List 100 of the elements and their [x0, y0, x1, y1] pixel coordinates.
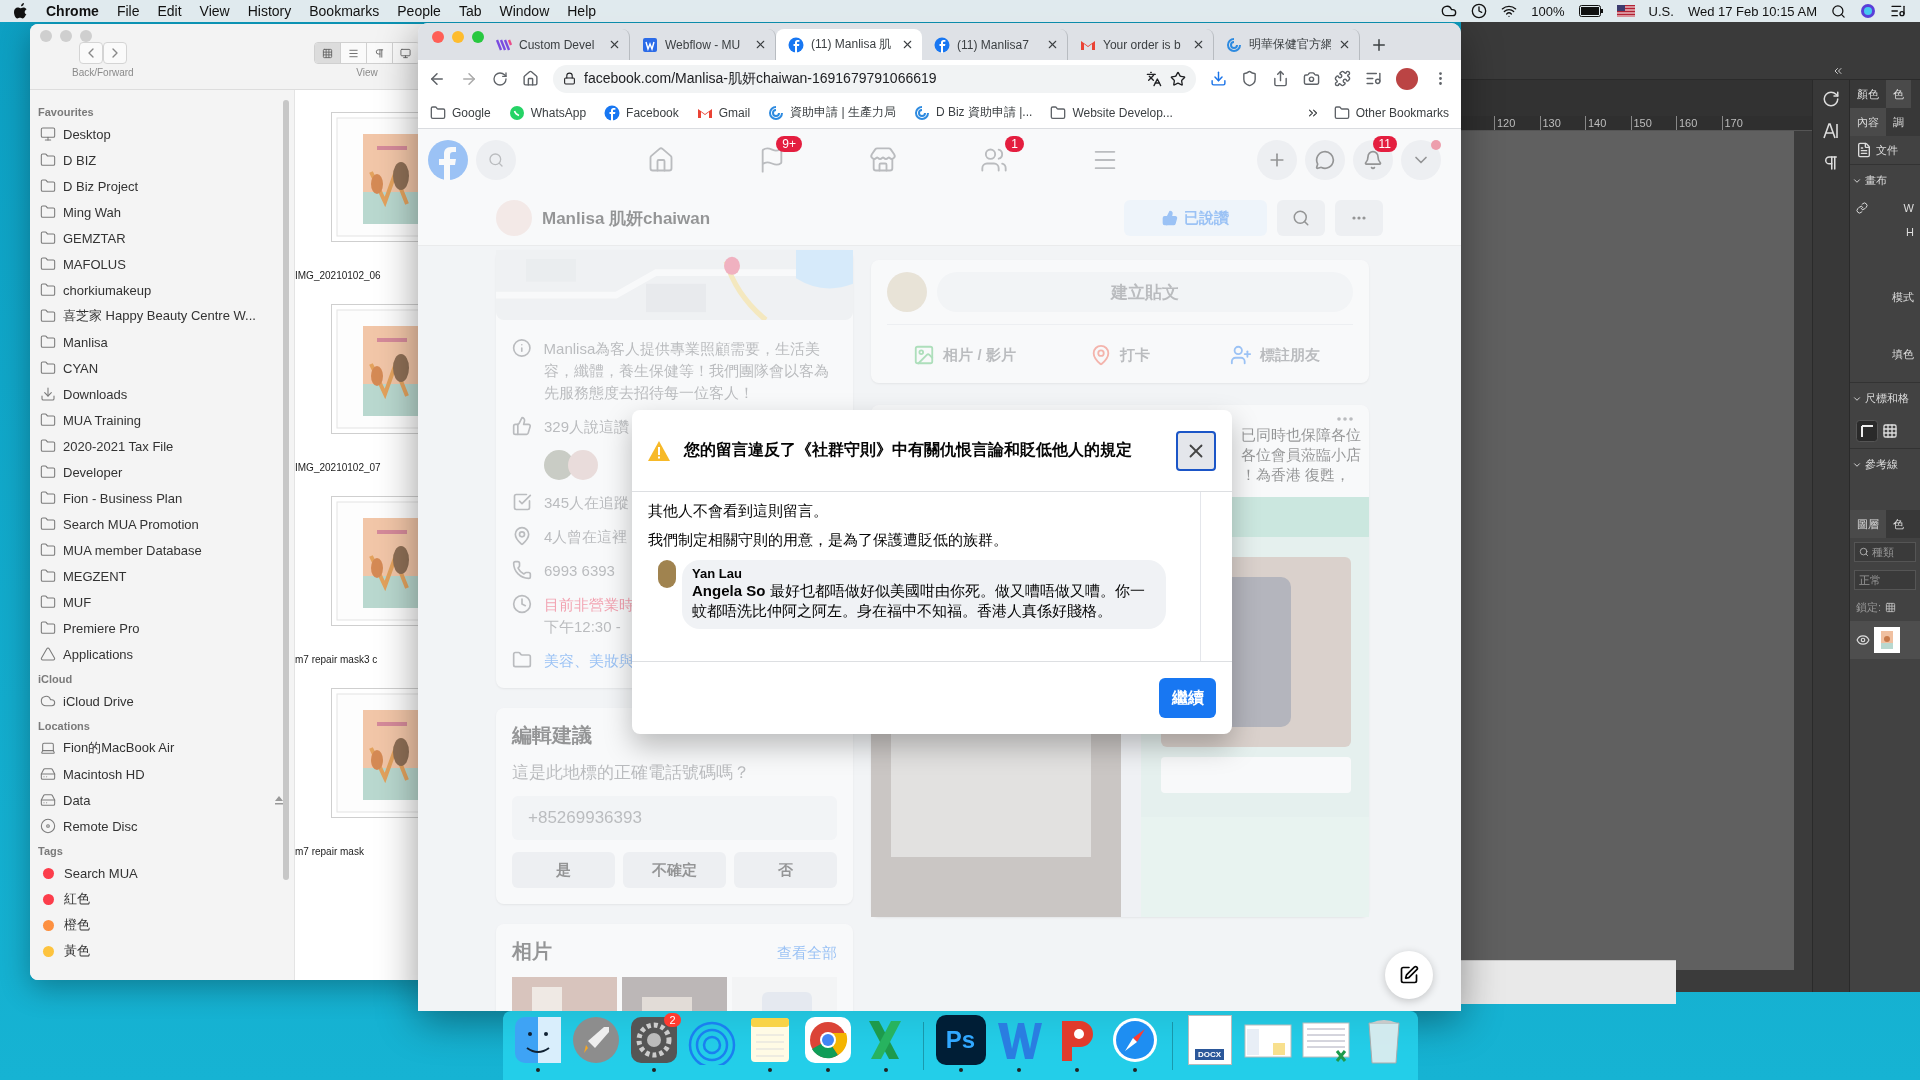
blend-mode-select[interactable]: 正常	[1854, 570, 1916, 590]
sidebar-item[interactable]: D BIZ	[30, 147, 294, 173]
ruler-mark: 160	[1676, 116, 1722, 130]
sidebar-item[interactable]: Fion - Business Plan	[30, 485, 294, 511]
post-text: 已同時也保障各位	[1241, 425, 1362, 445]
bookmark[interactable]: Other Bookmarks	[1333, 104, 1449, 121]
sidebar-item[interactable]: 喜芝家 Happy Beauty Centre W...	[30, 303, 294, 329]
section-title: 畫布	[1865, 173, 1887, 188]
likes-count: 329人說這讚	[544, 417, 630, 437]
menu-item[interactable]: Edit	[157, 3, 182, 19]
menu-item[interactable]: Tab	[458, 3, 482, 19]
ruler-mark: 120	[1494, 116, 1540, 130]
notification-badge: 9+	[776, 136, 802, 152]
app-icon[interactable]: Ps	[935, 1014, 986, 1065]
sidebar-heading: Favourites	[37, 105, 95, 120]
menu-item[interactable]: History	[247, 3, 292, 19]
bookmark[interactable]: Google	[430, 104, 491, 121]
layer-search-field[interactable]: 種類	[1854, 542, 1916, 562]
sidebar-item[interactable]: Search MUA	[30, 860, 294, 886]
sidebar-item[interactable]: Ming Wah	[30, 199, 294, 225]
sidebar-item[interactable]: 2020-2021 Tax File	[30, 433, 294, 459]
lock-label: 鎖定:	[1856, 600, 1882, 615]
notification-badge: 11	[1372, 136, 1397, 152]
sidebar-heading: Locations	[37, 719, 91, 734]
document-icon[interactable]: DOCX	[1187, 1014, 1232, 1065]
panel-tab[interactable]: 調	[1886, 108, 1911, 136]
sidebar-item[interactable]: 黃色	[30, 938, 294, 964]
sidebar-item[interactable]: Downloads	[30, 381, 294, 407]
followers-count: 345人在追蹤	[544, 493, 630, 513]
sidebar-item[interactable]: CYAN	[30, 355, 294, 381]
sidebar-item[interactable]: chorkiumakeup	[30, 277, 294, 303]
menu-item[interactable]: Help	[567, 3, 597, 19]
bookmark[interactable]: WhatsApp	[508, 104, 587, 121]
bookmark[interactable]: 資助申請 | 生產力局	[768, 104, 896, 121]
toolbar-label: Back/Forward	[72, 67, 134, 78]
sidebar-item[interactable]: Developer	[30, 459, 294, 485]
comment-author[interactable]: Yan Lau	[692, 566, 1156, 581]
panel-label: 文件	[1876, 142, 1898, 158]
page-name: Manlisa 肌妍chaiwan	[542, 207, 712, 230]
sidebar-item[interactable]: 橙色	[30, 912, 294, 938]
bookmark[interactable]: Gmail	[696, 104, 751, 121]
field-label: 填色	[1892, 347, 1914, 362]
menu-item[interactable]: Bookmarks	[309, 3, 380, 19]
bookmark[interactable]: Website Develop...	[1050, 104, 1173, 121]
field-label: 模式	[1892, 290, 1914, 305]
sidebar-item[interactable]: MEGZENT	[30, 563, 294, 589]
sidebar-item[interactable]: MUF	[30, 589, 294, 615]
sidebar-item[interactable]: Macintosh HD	[30, 761, 294, 787]
menu-item[interactable]: Window	[499, 3, 550, 19]
sidebar-item[interactable]: Remote Disc	[30, 813, 294, 839]
sidebar-item[interactable]: MUA Training	[30, 407, 294, 433]
dialog-text: 我們制定相關守則的用意，是為了保護遭貶低的族群。	[648, 531, 1009, 550]
panel-tab[interactable]: 色	[1886, 510, 1911, 538]
browser-tab[interactable]: (11) Manlisa 肌	[776, 29, 922, 60]
card-title: 編輯建議	[512, 723, 593, 748]
ruler-mark: 140	[1585, 116, 1631, 130]
panel-tab[interactable]: 內容	[1850, 108, 1886, 136]
sidebar-item[interactable]: Fion的MacBook Air	[30, 735, 294, 761]
continue-button[interactable]: 繼續	[1159, 678, 1216, 718]
sidebar-heading: iCloud	[37, 672, 74, 687]
address-bar[interactable]: facebook.com/Manlisa-肌妍chaiwan-1691679791066619	[553, 64, 1196, 93]
notification-badge: 2	[664, 1012, 681, 1027]
post-text: 各位會員蒞臨小店	[1241, 445, 1362, 465]
bookmark[interactable]: Facebook	[604, 104, 679, 121]
sidebar-item[interactable]: Applications	[30, 641, 294, 667]
dialog-title: 您的留言違反了《社群守則》中有關仇恨言論和貶低他人的規定	[684, 440, 1133, 460]
sidebar-item[interactable]: Data	[30, 787, 294, 813]
panel-tab[interactable]: 顏色	[1850, 80, 1886, 108]
menu-item[interactable]: View	[199, 3, 230, 19]
opening-hours: 下午12:30 -	[544, 617, 622, 637]
checkins-count: 4人曾在這裡	[544, 527, 628, 547]
hours-status: 目前非營業時	[544, 595, 634, 615]
sidebar-item[interactable]: Search MUA Promotion	[30, 511, 294, 537]
section-title: 尺標和格	[1865, 391, 1909, 406]
input-source: U.S.	[1648, 3, 1674, 19]
bookmark[interactable]: D Biz 資助申請 |...	[913, 104, 1033, 121]
section-title: 參考線	[1865, 457, 1898, 472]
sidebar-heading: Tags	[37, 844, 64, 859]
sidebar-item[interactable]: 紅色	[30, 886, 294, 912]
sidebar-item[interactable]: MAFOLUS	[30, 251, 294, 277]
comment-text: Angela So 最好乜都唔做好似美國咁由你死。做又嘈唔做又嘈。你一蚊都唔洗比仲阿之阿左。身在福中不知福。香港人真係好賤格。	[692, 581, 1146, 621]
sidebar-item[interactable]: D Biz Project	[30, 173, 294, 199]
post-text: ！為香港 復甦，	[1241, 465, 1352, 485]
question-text: 這是此地標的正確電話號碼嗎？	[512, 762, 751, 784]
sidebar-item[interactable]: Manlisa	[30, 329, 294, 355]
sidebar-item[interactable]: iCloud Drive	[30, 688, 294, 714]
app-menu[interactable]: Chrome	[46, 3, 99, 19]
sidebar-item[interactable]: Desktop	[30, 121, 294, 147]
panel-tab[interactable]: 圖層	[1850, 510, 1886, 538]
battery-level: 100%	[1531, 3, 1565, 19]
ruler-mark: 170	[1721, 116, 1767, 130]
dialog-text: 其他人不會看到這則留言。	[648, 502, 829, 521]
panel-tab[interactable]: 色	[1886, 80, 1911, 108]
card-title: 相片	[512, 939, 552, 964]
menu-item[interactable]: File	[116, 3, 140, 19]
sidebar-item[interactable]: Premiere Pro	[30, 615, 294, 641]
sidebar-item[interactable]: MUA member Database	[30, 537, 294, 563]
phone-number: 6993 6393	[544, 561, 615, 581]
menu-item[interactable]: People	[397, 3, 441, 19]
sidebar-item[interactable]: GEMZTAR	[30, 225, 294, 251]
